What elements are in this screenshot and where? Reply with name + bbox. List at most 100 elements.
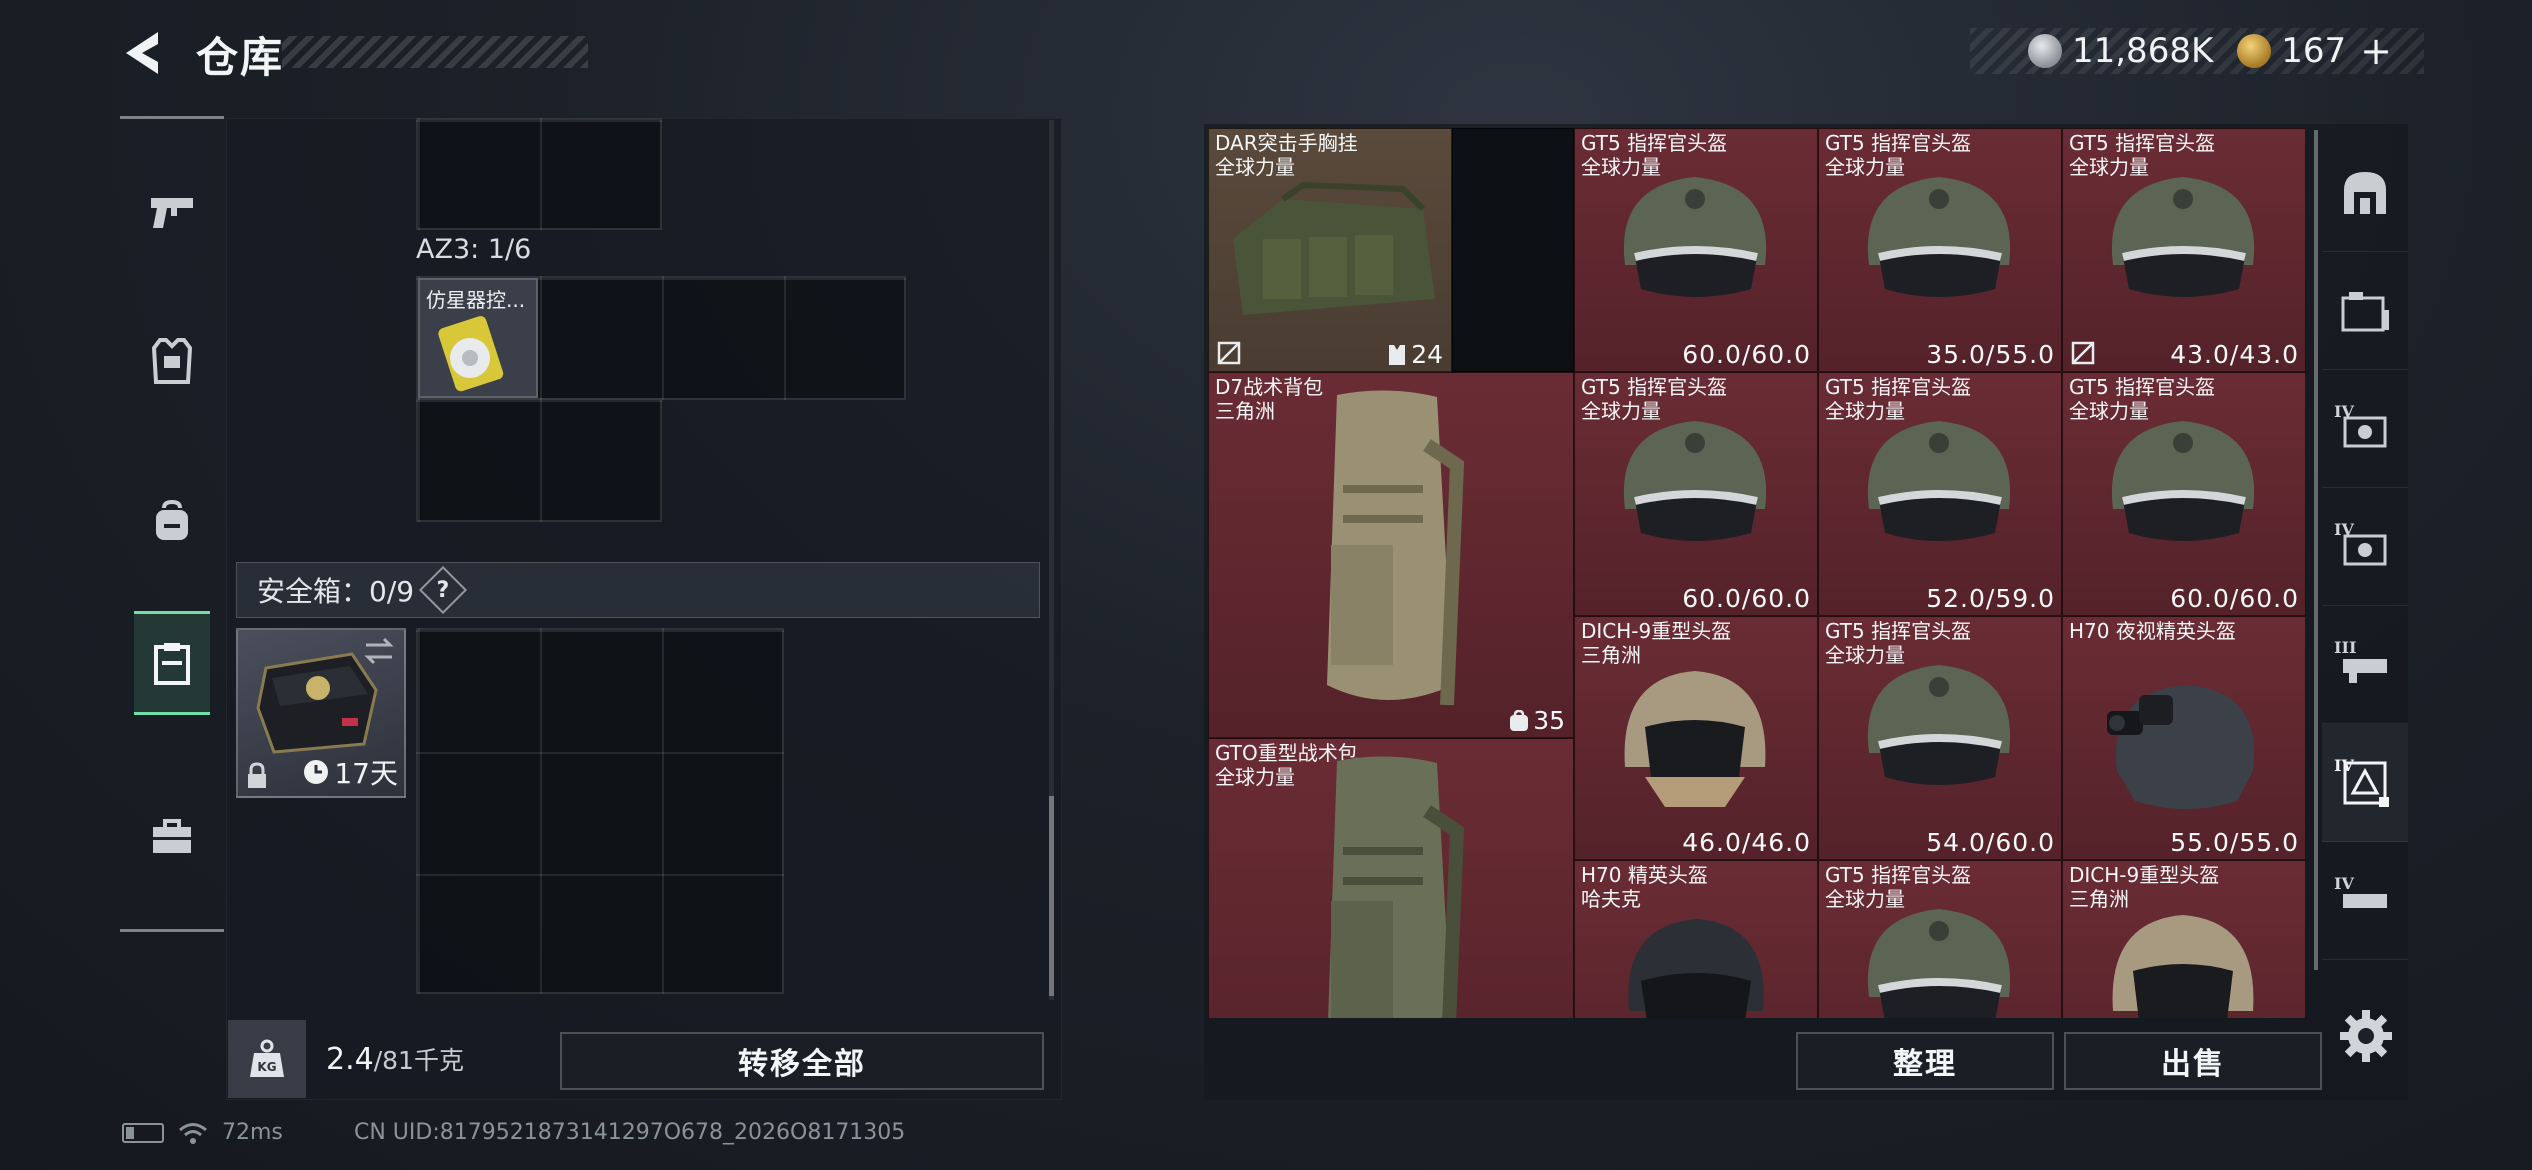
filter-category-3[interactable]: IV (2322, 370, 2408, 488)
stash-item-h70-helmet[interactable]: H70 精英头盔 哈夫克 (1574, 860, 1818, 1018)
expiry-badge: 17天 (302, 752, 398, 792)
safe-box-item[interactable]: 17天 (236, 628, 406, 798)
stash-item-d7-backpack[interactable]: D7战术背包 三角洲 35 (1208, 372, 1574, 738)
stash-item-dich9-helmet[interactable]: DICH-9重型头盔 三角洲 (2062, 860, 2306, 1018)
category-weapons[interactable] (134, 161, 210, 265)
player-uid: CN UID:8179521873141297O678_2026O8171305 (354, 1120, 906, 1145)
back-arrow-icon (126, 32, 158, 74)
equipment-icon (2341, 291, 2389, 331)
helmet-image (1628, 919, 1764, 1018)
stash-empty-slot[interactable] (1452, 128, 1574, 372)
stash-grid[interactable]: DAR突击手胸挂 全球力量 24 GT5 指挥官头盔 全球力量 60.0/60.0 … (1208, 128, 2306, 1018)
stash-item-gt5-helmet[interactable]: GT5 指挥官头盔 全球力量 60.0/60.0 (1574, 372, 1818, 616)
stash-item-gt5-helmet[interactable]: GT5 指挥官头盔 全球力量 52.0/59.0 (1818, 372, 2062, 616)
battery-icon (122, 1122, 164, 1143)
helmet-image (2111, 421, 2255, 541)
filter-category-2[interactable] (2322, 252, 2408, 370)
wifi-icon (179, 1122, 207, 1144)
category-armor[interactable] (134, 309, 210, 413)
helmet-image (1623, 177, 1767, 297)
container-grid-upper[interactable] (416, 118, 662, 230)
swap-icon[interactable] (362, 636, 396, 666)
safe-box-header: 安全箱：0/9 ? (236, 562, 1040, 618)
category-toolbox[interactable] (134, 785, 210, 889)
gold-coin-icon (2237, 34, 2272, 68)
filter-category-4[interactable]: IV (2322, 488, 2408, 606)
status-bar: 72ms (122, 1120, 283, 1145)
sort-button[interactable]: 整理 (1796, 1032, 2054, 1090)
stash-item-dar-chest-rig[interactable]: DAR突击手胸挂 全球力量 24 (1208, 128, 1452, 372)
chest-rig-image (1233, 181, 1435, 315)
durability: 35.0/55.0 (1926, 340, 2055, 369)
gold-amount: 167 (2281, 31, 2347, 71)
filter-all[interactable] (2322, 134, 2408, 252)
filter-category-5[interactable]: III (2322, 606, 2408, 724)
category-backpack[interactable] (134, 469, 210, 573)
filter-category-6[interactable]: IV (2322, 724, 2408, 842)
helmet-image (1867, 909, 2011, 1018)
sell-button[interactable]: 出售 (2064, 1032, 2322, 1090)
page-title: 仓库 (196, 33, 285, 82)
stellarator-controller-icon (438, 316, 504, 392)
durability: 52.0/59.0 (1926, 584, 2055, 613)
filter-category-7[interactable]: IV (2322, 842, 2408, 960)
silver-coin-icon (2027, 34, 2062, 68)
add-currency-button[interactable]: + (2360, 29, 2392, 73)
stash-item-gt5-helmet[interactable]: GT5 指挥官头盔 全球力量 60.0/60.0 (1574, 128, 1818, 372)
helmet-image (1867, 177, 2011, 297)
stash-item-gt5-helmet[interactable]: GT5 指挥官头盔 全球力量 (1818, 860, 2062, 1018)
category-safebox[interactable] (134, 611, 210, 715)
pistol-icon (151, 198, 193, 228)
backpack-image (1328, 756, 1465, 1018)
helmet-image (1623, 421, 1767, 541)
no-repair-icon (1217, 341, 1241, 365)
transfer-all-button[interactable]: 转移全部 (560, 1032, 1044, 1090)
warehouse-icon (2344, 171, 2386, 214)
stash-scrollbar[interactable] (2314, 130, 2318, 970)
back-button[interactable] (118, 28, 166, 78)
capacity-badge: 24 (1387, 340, 1443, 369)
stash-item-gt5-helmet[interactable]: GT5 指挥官头盔 全球力量 35.0/55.0 (1818, 128, 2062, 372)
backpack-icon (156, 500, 188, 540)
armor-vest-icon (152, 338, 192, 384)
ping-readout: 72ms (222, 1120, 283, 1145)
stash-item-gto-bag[interactable]: GTO重型战术包 全球力量 (1208, 738, 1574, 1018)
safe-box-label: 安全箱：0/9 (257, 575, 415, 608)
az3-item-slot[interactable]: 仿星器控... (418, 278, 538, 398)
vest-capacity-icon (1389, 344, 1406, 365)
stash-item-gt5-helmet[interactable]: GT5 指挥官头盔 全球力量 54.0/60.0 (1818, 616, 2062, 860)
helmet-image (1867, 421, 2011, 541)
helmet-image (2111, 177, 2255, 297)
item-name: 仿星器控... (426, 288, 526, 312)
backpack-image (1327, 390, 1465, 706)
safe-box-grid[interactable] (416, 628, 784, 994)
safebox-icon (154, 643, 190, 685)
category-rail (120, 116, 224, 932)
lock-icon (248, 762, 266, 788)
weight-current: 2.4 (326, 1042, 374, 1077)
currency-bar: 11,868K 167 + (1970, 28, 2424, 74)
capacity-badge: 35 (1509, 706, 1565, 735)
silver-amount: 11,868K (2071, 31, 2214, 71)
az3-label: AZ3: 1/6 (416, 234, 532, 265)
weight-icon: KG (228, 1020, 306, 1098)
inventory-scrollbar-thumb[interactable] (1049, 796, 1054, 996)
expiry-days: 17天 (334, 757, 398, 790)
stash-item-gt5-helmet[interactable]: GT5 指挥官头盔 全球力量 43.0/43.0 (2062, 128, 2306, 372)
stash-item-gt5-helmet[interactable]: GT5 指挥官头盔 全球力量 60.0/60.0 (2062, 372, 2306, 616)
az3-grid-lower[interactable] (416, 398, 662, 522)
heavy-helmet-image (2112, 915, 2254, 1018)
settings-button[interactable] (2338, 1008, 2394, 1064)
no-repair-icon (2071, 341, 2095, 365)
svg-text:KG: KG (257, 1060, 276, 1074)
stash-filter-rail: IV IV III IV IV (2322, 124, 2408, 1024)
item-name: DAR突击手胸挂 全球力量 (1215, 131, 1358, 179)
night-vision-helmet-image (2107, 685, 2255, 809)
durability: 60.0/60.0 (1682, 584, 1811, 613)
helmet-image (1867, 665, 2011, 785)
stash-item-dich9-helmet[interactable]: DICH-9重型头盔 三角洲 46.0/46.0 (1574, 616, 1818, 860)
help-button[interactable]: ? (419, 565, 468, 615)
stash-item-h70-nv-helmet[interactable]: H70 夜视精英头盔 55.0/55.0 (2062, 616, 2306, 860)
durability: 43.0/43.0 (2170, 340, 2299, 369)
durability: 55.0/55.0 (2170, 828, 2299, 857)
